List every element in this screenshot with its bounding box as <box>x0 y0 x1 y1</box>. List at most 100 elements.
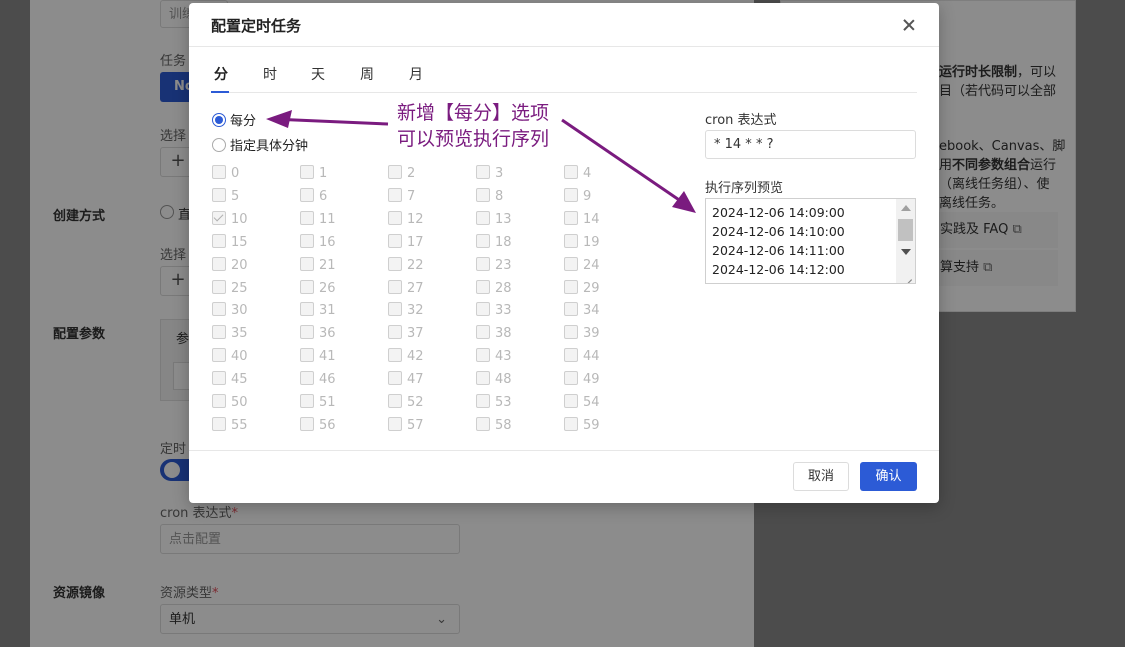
minute-checkbox[interactable]: 33 <box>476 302 556 322</box>
minute-checkbox[interactable]: 3 <box>476 165 556 185</box>
minute-checkbox[interactable]: 14 <box>564 210 644 231</box>
minute-checkbox[interactable]: 50 <box>212 394 292 414</box>
minute-label: 58 <box>495 417 512 433</box>
checkbox-icon <box>476 325 490 340</box>
checkbox-icon <box>300 210 314 225</box>
minute-checkbox[interactable]: 49 <box>564 371 644 391</box>
radio-every-minute[interactable]: 每分 <box>212 110 256 129</box>
minute-checkbox[interactable]: 1 <box>300 165 380 185</box>
minute-checkbox[interactable]: 7 <box>388 187 468 208</box>
minute-checkbox[interactable]: 23 <box>476 256 556 277</box>
minute-checkbox[interactable]: 32 <box>388 302 468 322</box>
tab-week[interactable]: 周 <box>360 64 374 84</box>
minute-checkbox[interactable]: 41 <box>300 348 380 368</box>
minute-checkbox[interactable]: 38 <box>476 325 556 345</box>
minute-label: 33 <box>495 303 512 319</box>
minute-checkbox[interactable]: 28 <box>476 279 556 300</box>
minute-checkbox[interactable]: 53 <box>476 394 556 414</box>
minute-label: 5 <box>231 188 240 204</box>
cron-expression-input[interactable]: * 14 * * ? <box>705 130 916 159</box>
minute-checkbox[interactable]: 19 <box>564 233 644 254</box>
minute-checkbox[interactable]: 36 <box>300 325 380 345</box>
scrollbar[interactable] <box>896 199 915 269</box>
minute-checkbox[interactable]: 0 <box>212 165 292 185</box>
minute-checkbox[interactable]: 30 <box>212 302 292 322</box>
minute-checkbox[interactable]: 40 <box>212 348 292 368</box>
minute-checkbox[interactable]: 17 <box>388 233 468 254</box>
minute-label: 44 <box>583 349 600 365</box>
minute-checkbox[interactable]: 54 <box>564 394 644 414</box>
radio-every-minute-label: 每分 <box>230 114 257 129</box>
tab-month[interactable]: 月 <box>409 64 423 84</box>
minute-checkbox[interactable]: 25 <box>212 279 292 300</box>
minute-checkbox[interactable]: 5 <box>212 187 292 208</box>
minute-label: 40 <box>231 349 248 365</box>
checkbox-icon <box>388 348 402 363</box>
minute-checkbox[interactable]: 15 <box>212 233 292 254</box>
minute-checkbox[interactable]: 10 <box>212 210 292 231</box>
minute-checkbox[interactable]: 16 <box>300 233 380 254</box>
close-icon[interactable] <box>899 15 919 35</box>
minute-label: 54 <box>583 395 600 410</box>
minute-label: 52 <box>407 395 424 410</box>
cron-config-dialog: 配置定时任务 分 时 天 周 月 每分 指定具体分钟 0 1 2 3 4 5 6 7 8 9 10 1… <box>189 3 939 503</box>
minute-checkbox[interactable]: 18 <box>476 233 556 254</box>
minute-label: 23 <box>495 257 512 273</box>
minute-checkbox[interactable]: 37 <box>388 325 468 345</box>
minute-checkbox[interactable]: 26 <box>300 279 380 300</box>
tab-minute[interactable]: 分 <box>214 64 228 84</box>
minute-label: 13 <box>495 211 512 227</box>
minute-checkbox[interactable]: 46 <box>300 371 380 391</box>
footer-divider <box>189 450 939 451</box>
minute-checkbox[interactable]: 34 <box>564 302 644 322</box>
minute-checkbox[interactable]: 48 <box>476 371 556 391</box>
minute-checkbox[interactable]: 11 <box>300 210 380 231</box>
minute-checkbox[interactable]: 42 <box>388 348 468 368</box>
minute-checkbox[interactable]: 35 <box>212 325 292 345</box>
minute-checkbox[interactable]: 58 <box>476 416 556 437</box>
minute-checkbox[interactable]: 27 <box>388 279 468 300</box>
minute-label: 38 <box>495 326 512 342</box>
checkbox-icon <box>564 210 578 225</box>
tab-day[interactable]: 天 <box>311 64 325 84</box>
minute-checkbox[interactable]: 44 <box>564 348 644 368</box>
minute-label: 25 <box>231 280 248 296</box>
minute-checkbox[interactable]: 22 <box>388 256 468 277</box>
minute-label: 3 <box>495 166 504 181</box>
minute-checkbox[interactable]: 52 <box>388 394 468 414</box>
scroll-thumb[interactable] <box>898 219 913 241</box>
minute-checkbox[interactable]: 13 <box>476 210 556 231</box>
minute-checkbox[interactable]: 57 <box>388 416 468 437</box>
minute-checkbox[interactable]: 8 <box>476 187 556 208</box>
scroll-up-icon[interactable] <box>901 205 911 211</box>
minute-label: 55 <box>231 417 248 433</box>
minute-checkbox[interactable]: 31 <box>300 302 380 322</box>
minute-checkbox[interactable]: 12 <box>388 210 468 231</box>
minute-checkbox[interactable]: 29 <box>564 279 644 300</box>
minute-checkbox[interactable]: 20 <box>212 256 292 277</box>
minute-checkbox[interactable]: 2 <box>388 165 468 185</box>
minute-checkbox[interactable]: 51 <box>300 394 380 414</box>
resize-grip-icon[interactable] <box>896 267 915 283</box>
tab-hour[interactable]: 时 <box>263 64 277 84</box>
minute-checkbox[interactable]: 39 <box>564 325 644 345</box>
minute-checkbox[interactable]: 4 <box>564 165 644 185</box>
minute-checkbox[interactable]: 55 <box>212 416 292 437</box>
minute-checkbox[interactable]: 6 <box>300 187 380 208</box>
minute-checkbox[interactable]: 43 <box>476 348 556 368</box>
radio-specific-minute[interactable]: 指定具体分钟 <box>212 135 308 154</box>
minute-checkbox[interactable]: 24 <box>564 256 644 277</box>
minute-checkbox[interactable]: 59 <box>564 416 644 437</box>
minute-checkbox[interactable]: 9 <box>564 187 644 208</box>
minute-checkbox[interactable]: 45 <box>212 371 292 391</box>
checkbox-icon <box>212 279 226 294</box>
scroll-down-icon[interactable] <box>901 249 911 255</box>
minute-checkbox[interactable]: 47 <box>388 371 468 391</box>
checkbox-icon <box>564 233 578 248</box>
minute-checkbox[interactable]: 21 <box>300 256 380 277</box>
confirm-button[interactable]: 确认 <box>860 462 917 491</box>
minute-checkbox[interactable]: 56 <box>300 416 380 437</box>
minute-label: 22 <box>407 257 424 273</box>
cancel-button[interactable]: 取消 <box>793 462 849 491</box>
sequence-preview-box[interactable]: 2024-12-06 14:09:00 2024-12-06 14:10:00 … <box>705 198 916 284</box>
